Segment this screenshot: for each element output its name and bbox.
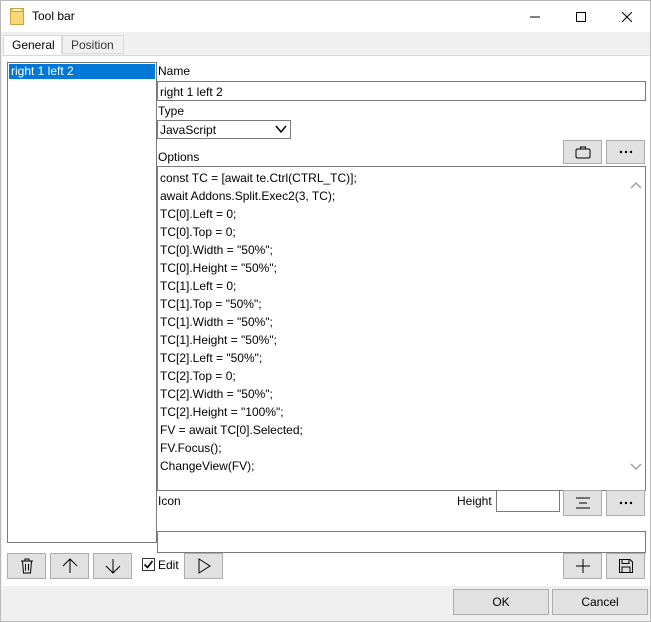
code-line: FV.Focus(); bbox=[160, 441, 222, 455]
ellipsis-icon bbox=[619, 501, 632, 505]
edit-checkbox[interactable] bbox=[142, 558, 155, 571]
close-button[interactable] bbox=[604, 1, 650, 32]
code-line: TC[0].Width = "50%"; bbox=[160, 243, 273, 257]
checkmark-icon bbox=[143, 560, 154, 569]
maximize-button[interactable] bbox=[558, 1, 604, 32]
type-select[interactable]: JavaScript bbox=[157, 120, 291, 139]
name-label: Name bbox=[158, 64, 191, 78]
move-down-button[interactable] bbox=[93, 553, 132, 579]
type-select-value: JavaScript bbox=[160, 123, 217, 137]
tab-position[interactable]: Position bbox=[62, 35, 124, 54]
code-line: TC[1].Left = 0; bbox=[160, 279, 237, 293]
trash-icon bbox=[20, 558, 33, 574]
plus-icon bbox=[575, 559, 590, 573]
delete-button[interactable] bbox=[7, 553, 46, 579]
folder-icon bbox=[10, 8, 24, 25]
edit-label: Edit bbox=[158, 558, 179, 572]
options-code-editor[interactable]: const TC = [await te.Ctrl(CTRL_TC)]; awa… bbox=[157, 166, 646, 491]
ok-button[interactable]: OK bbox=[453, 589, 549, 615]
move-up-button[interactable] bbox=[50, 553, 89, 579]
cancel-button[interactable]: Cancel bbox=[552, 589, 648, 615]
icon-label: Icon bbox=[158, 494, 181, 508]
close-icon bbox=[622, 11, 632, 22]
code-line: TC[0].Left = 0; bbox=[160, 207, 237, 221]
list-item[interactable]: right 1 left 2 bbox=[9, 64, 155, 79]
code-line: TC[1].Top = "50%"; bbox=[160, 297, 262, 311]
code-line: FV = await TC[0].Selected; bbox=[160, 423, 303, 437]
maximize-icon bbox=[576, 11, 586, 22]
align-button[interactable] bbox=[563, 490, 602, 516]
play-icon bbox=[198, 558, 211, 574]
icon-input[interactable] bbox=[157, 531, 646, 553]
options-label: Options bbox=[158, 150, 200, 164]
scroll-down-icon[interactable] bbox=[630, 463, 642, 471]
briefcase-icon bbox=[575, 146, 590, 159]
code-line: const TC = [await te.Ctrl(CTRL_TC)]; bbox=[160, 171, 357, 185]
dialog-window: Tool bar General Position right 1 left 2… bbox=[0, 0, 651, 622]
code-line: TC[2].Width = "50%"; bbox=[160, 387, 273, 401]
options-more-button[interactable] bbox=[606, 140, 645, 164]
type-label: Type bbox=[158, 104, 185, 118]
arrow-down-icon bbox=[105, 559, 120, 574]
code-line: TC[2].Height = "100%"; bbox=[160, 405, 284, 419]
height-label: Height bbox=[457, 494, 492, 508]
save-button[interactable] bbox=[606, 553, 645, 579]
chevron-down-icon bbox=[275, 125, 287, 134]
minimize-icon bbox=[530, 16, 540, 17]
icon-more-button[interactable] bbox=[606, 490, 645, 516]
scroll-up-icon[interactable] bbox=[630, 181, 642, 189]
browse-button[interactable] bbox=[563, 140, 602, 164]
code-line: await Addons.Split.Exec2(3, TC); bbox=[160, 189, 336, 203]
tab-general[interactable]: General bbox=[3, 35, 62, 55]
align-icon bbox=[575, 497, 590, 509]
ellipsis-icon bbox=[619, 150, 632, 154]
title-bar: Tool bar bbox=[1, 1, 650, 32]
height-input[interactable] bbox=[496, 490, 560, 512]
name-input[interactable]: right 1 left 2 bbox=[157, 81, 646, 101]
code-line: TC[1].Height = "50%"; bbox=[160, 333, 277, 347]
save-icon bbox=[618, 559, 633, 573]
arrow-up-icon bbox=[62, 558, 77, 573]
code-line: ChangeView(FV); bbox=[160, 459, 255, 473]
toolbar-item-list[interactable]: right 1 left 2 bbox=[7, 62, 157, 543]
code-line: TC[2].Top = 0; bbox=[160, 369, 236, 383]
code-line: TC[2].Left = "50%"; bbox=[160, 351, 263, 365]
run-button[interactable] bbox=[184, 553, 223, 579]
code-line: TC[1].Width = "50%"; bbox=[160, 315, 273, 329]
minimize-button[interactable] bbox=[512, 1, 558, 32]
add-button[interactable] bbox=[563, 553, 602, 579]
window-title: Tool bar bbox=[32, 9, 75, 23]
code-line: TC[0].Height = "50%"; bbox=[160, 261, 277, 275]
code-line: TC[0].Top = 0; bbox=[160, 225, 236, 239]
